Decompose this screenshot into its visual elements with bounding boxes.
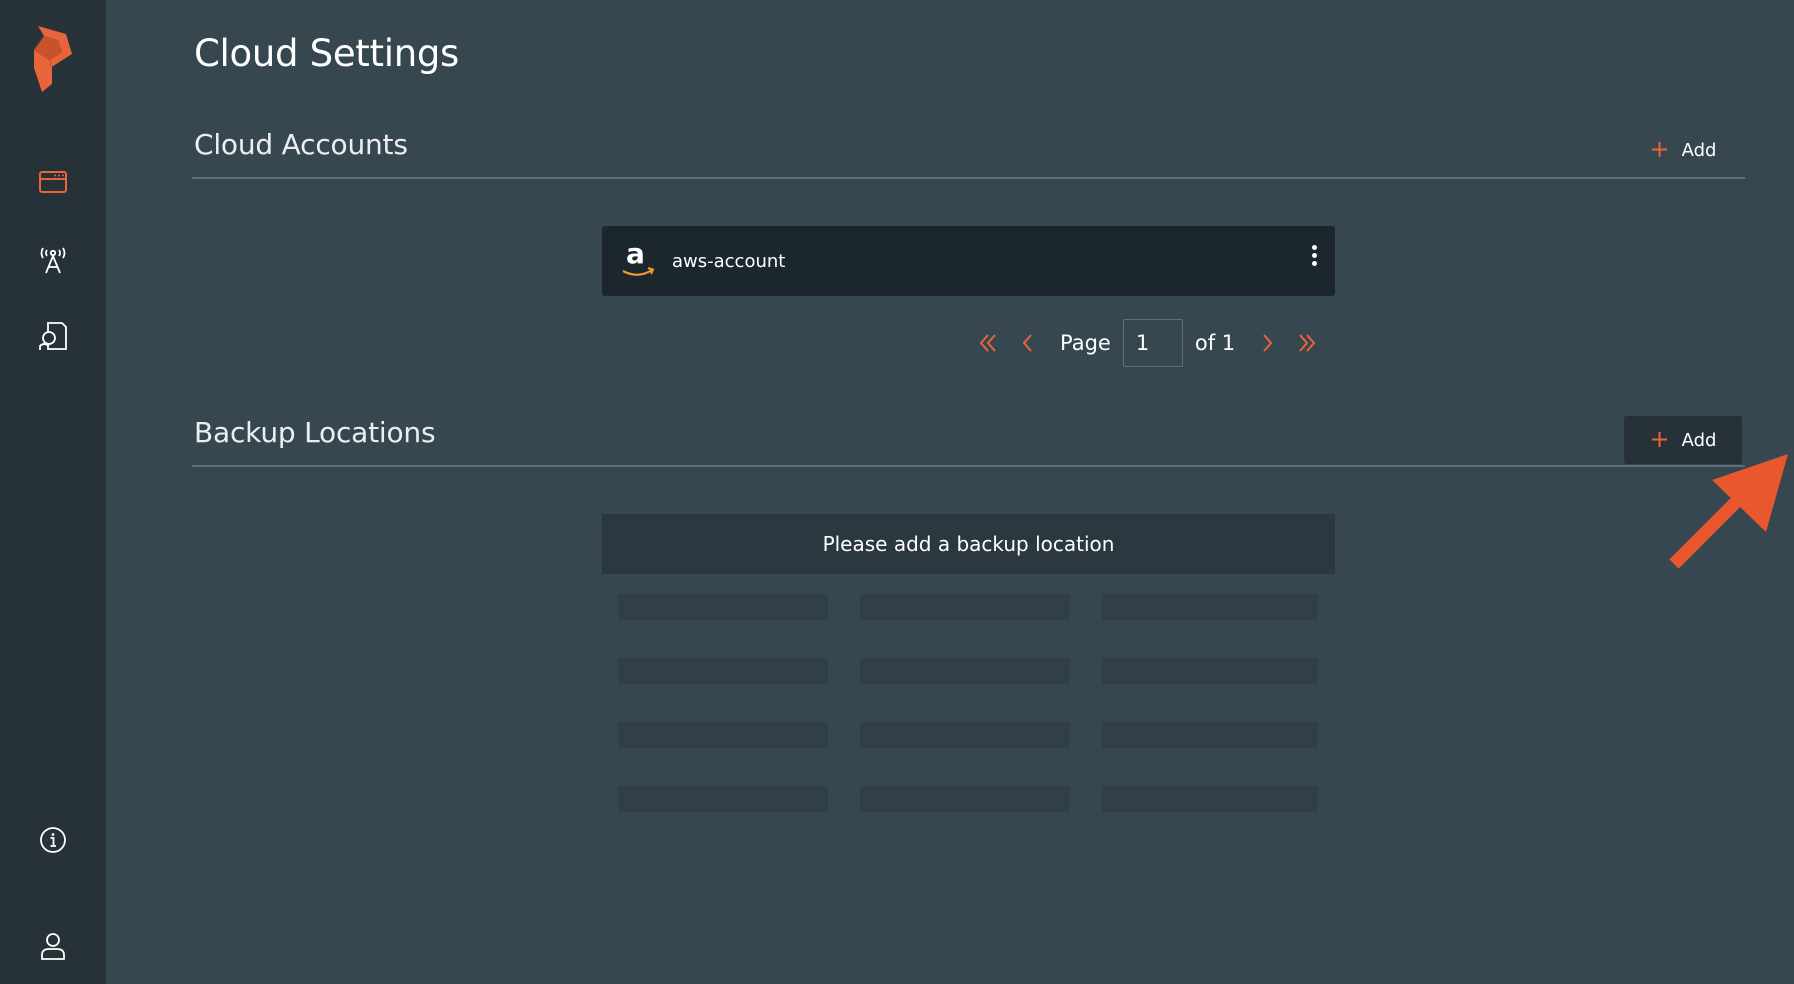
plus-icon: +: [1649, 425, 1670, 453]
previous-page-icon[interactable]: [1008, 323, 1048, 363]
page-number-input[interactable]: [1122, 319, 1183, 367]
backup-locations-title: Backup Locations: [194, 416, 436, 449]
user-icon[interactable]: [33, 926, 73, 966]
cloud-account-card[interactable]: a aws-account: [602, 226, 1335, 296]
empty-state-message: Please add a backup location: [602, 514, 1335, 574]
sidebar: [0, 0, 106, 984]
next-page-icon[interactable]: [1247, 323, 1287, 363]
broadcast-tower-icon[interactable]: [33, 238, 73, 278]
amazon-icon: a: [620, 237, 656, 281]
pagination: Page of 1: [968, 318, 1327, 368]
portworx-logo-icon[interactable]: [30, 24, 76, 94]
page-count-label: of 1: [1194, 331, 1236, 355]
add-cloud-account-button[interactable]: + Add: [1624, 126, 1742, 174]
main-content: Cloud Settings Cloud Accounts + Add a aw…: [106, 0, 1794, 984]
account-name: aws-account: [672, 250, 786, 272]
migrate-document-icon[interactable]: [33, 316, 73, 356]
cloud-accounts-title: Cloud Accounts: [194, 128, 408, 161]
info-icon[interactable]: [33, 820, 73, 860]
first-page-icon[interactable]: [968, 323, 1008, 363]
callout-arrow-icon: [1669, 454, 1788, 569]
page-label: Page: [1060, 331, 1111, 355]
section-divider: [192, 177, 1745, 179]
more-options-icon[interactable]: [1307, 242, 1321, 278]
add-label: Add: [1681, 429, 1717, 451]
section-divider: [192, 465, 1745, 467]
plus-icon: +: [1649, 135, 1670, 163]
last-page-icon[interactable]: [1287, 323, 1327, 363]
add-label: Add: [1681, 139, 1717, 161]
page-title: Cloud Settings: [194, 32, 460, 75]
cluster-icon[interactable]: [33, 162, 73, 202]
